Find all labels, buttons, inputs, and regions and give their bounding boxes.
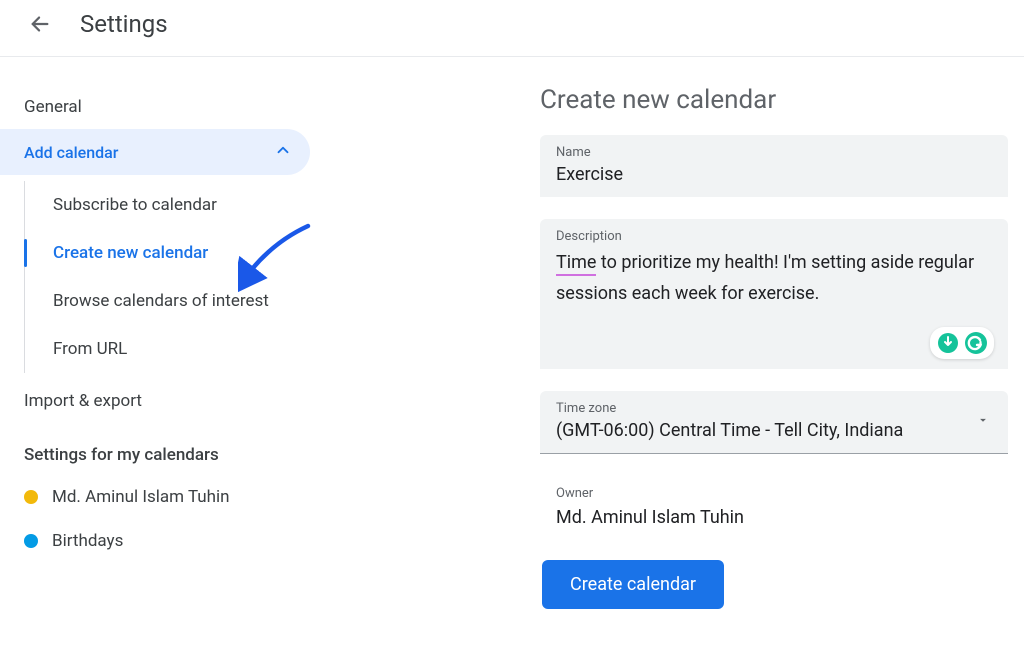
arrow-left-icon <box>29 13 51 35</box>
sidebar-item-create-new-calendar[interactable]: Create new calendar <box>25 229 330 277</box>
dropdown-caret-icon <box>976 412 992 431</box>
field-label: Time zone <box>556 401 976 416</box>
sidebar-calendar-item[interactable]: Birthdays <box>0 519 330 563</box>
description-rest: to prioritize my health! I'm setting asi… <box>556 252 974 304</box>
back-arrow-button[interactable] <box>28 12 52 36</box>
sidebar-item-subscribe[interactable]: Subscribe to calendar <box>25 181 330 229</box>
description-field-box[interactable]: Description Time to prioritize my health… <box>540 219 1008 369</box>
page-title: Settings <box>80 10 168 38</box>
main-title: Create new calendar <box>540 85 1008 115</box>
sidebar: General Add calendar Subscribe to calend… <box>0 85 330 609</box>
sidebar-item-label: Add calendar <box>24 143 118 162</box>
sidebar-item-add-calendar[interactable]: Add calendar <box>0 129 310 175</box>
grammarly-logo-icon <box>964 331 988 355</box>
owner-block: Owner Md. Aminul Islam Tuhin <box>540 476 1008 540</box>
sidebar-item-import-export[interactable]: Import & export <box>0 379 330 423</box>
calendar-color-dot <box>24 534 38 548</box>
sidebar-sub-list: Subscribe to calendar Create new calenda… <box>24 181 330 373</box>
sidebar-item-label: Birthdays <box>52 531 123 551</box>
name-input[interactable] <box>556 164 992 185</box>
grammarly-tone-icon <box>936 331 960 355</box>
content-wrap: General Add calendar Subscribe to calend… <box>0 57 1024 609</box>
sidebar-calendar-item[interactable]: Md. Aminul Islam Tuhin <box>0 475 330 519</box>
sidebar-item-from-url[interactable]: From URL <box>25 325 330 373</box>
owner-value: Md. Aminul Islam Tuhin <box>556 507 992 528</box>
field-label: Name <box>556 145 992 160</box>
spellcheck-underline: Time <box>556 252 596 276</box>
description-textarea[interactable]: Time to prioritize my health! I'm settin… <box>556 248 992 309</box>
timezone-value: (GMT-06:00) Central Time - Tell City, In… <box>556 420 976 441</box>
main-panel: Create new calendar Name Description Tim… <box>330 85 1024 609</box>
field-label: Description <box>556 229 992 244</box>
timezone-select[interactable]: Time zone (GMT-06:00) Central Time - Tel… <box>540 391 1008 454</box>
field-label: Owner <box>556 486 992 501</box>
create-calendar-button[interactable]: Create calendar <box>542 560 724 609</box>
calendar-color-dot <box>24 490 38 504</box>
sidebar-item-browse[interactable]: Browse calendars of interest <box>25 277 330 325</box>
header-bar: Settings <box>0 0 1024 57</box>
chevron-up-icon <box>274 141 292 163</box>
sidebar-section-title: Settings for my calendars <box>0 423 330 475</box>
sidebar-item-label: Md. Aminul Islam Tuhin <box>52 487 230 507</box>
grammarly-widget[interactable] <box>930 327 994 359</box>
sidebar-item-general[interactable]: General <box>0 85 330 129</box>
name-field-box[interactable]: Name <box>540 135 1008 197</box>
